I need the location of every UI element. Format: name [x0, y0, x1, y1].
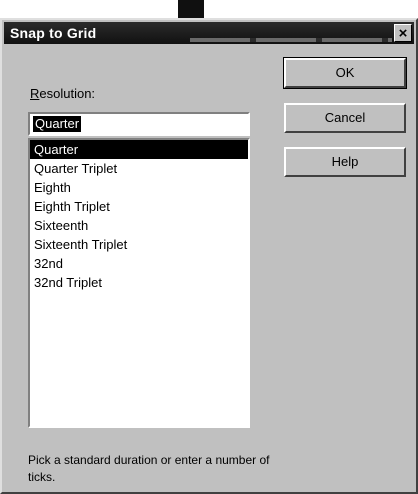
close-icon: × [398, 25, 408, 42]
resolution-label-text: esolution: [39, 86, 96, 101]
resolution-label: Resolution: [30, 86, 95, 101]
top-notch [178, 0, 204, 18]
top-edge [0, 0, 418, 20]
help-button[interactable]: Help [284, 147, 406, 177]
snap-to-grid-dialog: Snap to Grid × Resolution: Quarter Quart… [0, 18, 418, 494]
resolution-input[interactable]: Quarter [28, 112, 250, 136]
resolution-listbox[interactable]: Quarter Quarter Triplet Eighth Eighth Tr… [28, 138, 250, 428]
hint-text: Pick a standard duration or enter a numb… [28, 453, 270, 484]
list-item-quarter[interactable]: Quarter [30, 140, 248, 159]
list-item-eighth[interactable]: Eighth [30, 178, 248, 197]
resolution-label-accelerator: R [30, 86, 40, 101]
resolution-input-value: Quarter [33, 116, 82, 132]
list-item-sixteenth[interactable]: Sixteenth [30, 216, 248, 235]
title-bar[interactable]: Snap to Grid × [4, 22, 414, 44]
list-item-sixteenth-triplet[interactable]: Sixteenth Triplet [30, 235, 248, 254]
dialog-title: Snap to Grid [10, 25, 97, 41]
list-item-32nd[interactable]: 32nd [30, 254, 248, 273]
list-item-quarter-triplet[interactable]: Quarter Triplet [30, 159, 248, 178]
list-item-32nd-triplet[interactable]: 32nd Triplet [30, 273, 248, 292]
close-button[interactable]: × [394, 24, 412, 42]
ok-button[interactable]: OK [283, 57, 407, 89]
list-item-eighth-triplet[interactable]: Eighth Triplet [30, 197, 248, 216]
cancel-button[interactable]: Cancel [284, 103, 406, 133]
title-bar-stripes [190, 38, 392, 42]
